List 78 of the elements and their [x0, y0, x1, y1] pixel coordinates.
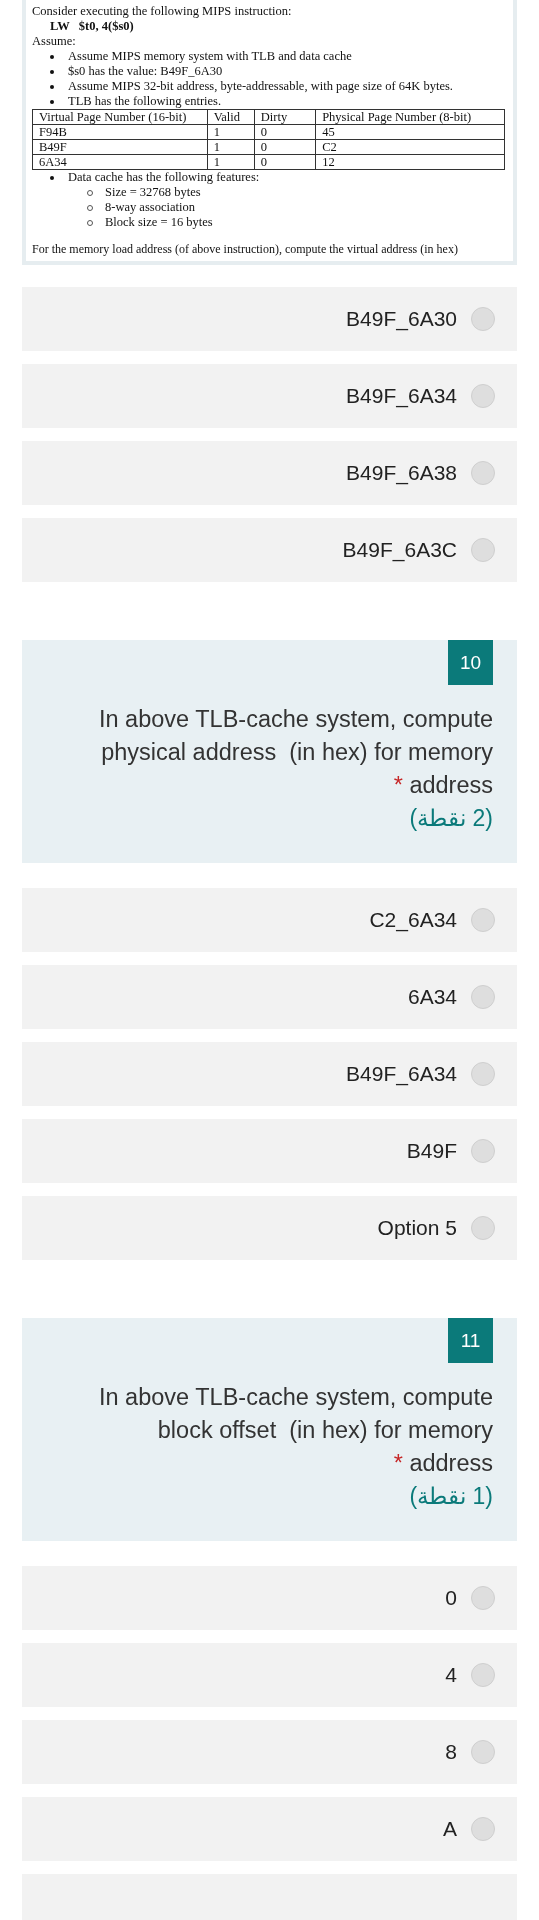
radio-button[interactable]: [471, 307, 495, 331]
option-label: Option 5: [377, 1216, 457, 1240]
option-label: B49F_6A34: [346, 384, 457, 408]
option-card[interactable]: B49F_6A34: [22, 364, 517, 428]
option-card[interactable]: B49F_6A34: [22, 1042, 517, 1106]
radio-button[interactable]: [471, 1740, 495, 1764]
bullet-text: TLB has the following entries.: [68, 94, 222, 109]
table-cell: 1: [207, 139, 255, 155]
option-label: A: [443, 1817, 457, 1841]
bullet-text: Data cache has the following features:: [68, 170, 260, 185]
option-label: 4: [445, 1663, 457, 1687]
radio-button[interactable]: [471, 461, 495, 485]
bullet-text: Block size = 16 bytes: [105, 215, 213, 230]
option-card[interactable]: C2_6A34: [22, 888, 517, 952]
table-cell: 1: [207, 154, 255, 170]
option-label: B49F_6A38: [346, 461, 457, 485]
radio-button[interactable]: [471, 1216, 495, 1240]
table-header: Physical Page Number (8-bit): [315, 109, 505, 125]
option-label: B49F_6A34: [346, 1062, 457, 1086]
question-text: For the memory load address (of above instruction), compute the virtual address (in hex): [32, 242, 459, 257]
question-number: 11: [448, 1318, 493, 1363]
bullet-text: Assume MIPS memory system with TLB and data cache: [68, 49, 352, 64]
table-cell: 0: [254, 139, 316, 155]
intro-text: Consider executing the following MIPS instruction:: [32, 4, 293, 19]
radio-button[interactable]: [471, 1062, 495, 1086]
radio-button[interactable]: [471, 538, 495, 562]
bullet-icon: [50, 175, 54, 180]
instruction-text: LW $t0, 4($s0): [49, 19, 135, 34]
bullet-text: Size = 32768 bytes: [105, 185, 201, 200]
question-text: In above TLB-cache system, compute block offset (in hex) for memory address *: [97, 1383, 493, 1478]
table-header: Dirty: [254, 109, 316, 125]
radio-button[interactable]: [471, 908, 495, 932]
bullet-text: Assume MIPS 32-bit address, byte-addressable, with page size of 64K bytes.: [68, 79, 453, 94]
table-cell: 0: [254, 154, 316, 170]
option-label: 8: [445, 1740, 457, 1764]
table-cell: C2: [315, 139, 505, 155]
option-card[interactable]: A: [22, 1797, 517, 1861]
table-cell: 0: [254, 124, 316, 140]
assume-label: Assume:: [32, 34, 77, 49]
table-cell: B49F: [32, 139, 208, 155]
option-card[interactable]: B49F_6A38: [22, 441, 517, 505]
points-label: (2 نقطة): [409, 804, 493, 833]
table-cell: 6A34: [32, 154, 208, 170]
table-header: Virtual Page Number (16-bit): [32, 109, 208, 125]
option-label: 0: [445, 1586, 457, 1610]
option-label: B49F_6A30: [346, 307, 457, 331]
points-label: (1 نقطة): [409, 1482, 493, 1511]
option-label: B49F: [406, 1139, 457, 1163]
table-cell: F94B: [32, 124, 208, 140]
bullet-icon: [50, 54, 54, 59]
option-label: 6A34: [407, 985, 457, 1009]
option-card[interactable]: B49F_6A3C: [22, 518, 517, 582]
table-cell: 45: [315, 124, 505, 140]
bullet-icon: [50, 84, 54, 89]
bullet-text: 8-way association: [105, 200, 195, 215]
table-cell: 1: [207, 124, 255, 140]
table-cell: 12: [315, 154, 505, 170]
radio-button[interactable]: [471, 985, 495, 1009]
bullet-icon: [50, 69, 54, 74]
option-label: C2_6A34: [369, 908, 457, 932]
radio-button[interactable]: [471, 384, 495, 408]
option-card[interactable]: B49F_6A30: [22, 287, 517, 351]
radio-button[interactable]: [471, 1139, 495, 1163]
question-text: In above TLB-cache system, compute physical address (in hex) for memory address *: [97, 705, 493, 800]
bullet-icon: [50, 99, 54, 104]
option-card[interactable]: B49F: [22, 1119, 517, 1183]
option-label: B49F_6A3C: [342, 538, 457, 562]
bullet-text: $s0 has the value: B49F_6A30: [68, 64, 223, 79]
radio-button[interactable]: [471, 1663, 495, 1687]
question-number: 10: [448, 640, 493, 685]
option-card[interactable]: 8: [22, 1720, 517, 1784]
radio-button[interactable]: [471, 1586, 495, 1610]
option-card[interactable]: Option 5: [22, 1196, 517, 1260]
table-header: Valid: [207, 109, 255, 125]
radio-button[interactable]: [471, 1817, 495, 1841]
option-card[interactable]: 6A34: [22, 965, 517, 1029]
option-card[interactable]: 4: [22, 1643, 517, 1707]
option-card[interactable]: 0: [22, 1566, 517, 1630]
